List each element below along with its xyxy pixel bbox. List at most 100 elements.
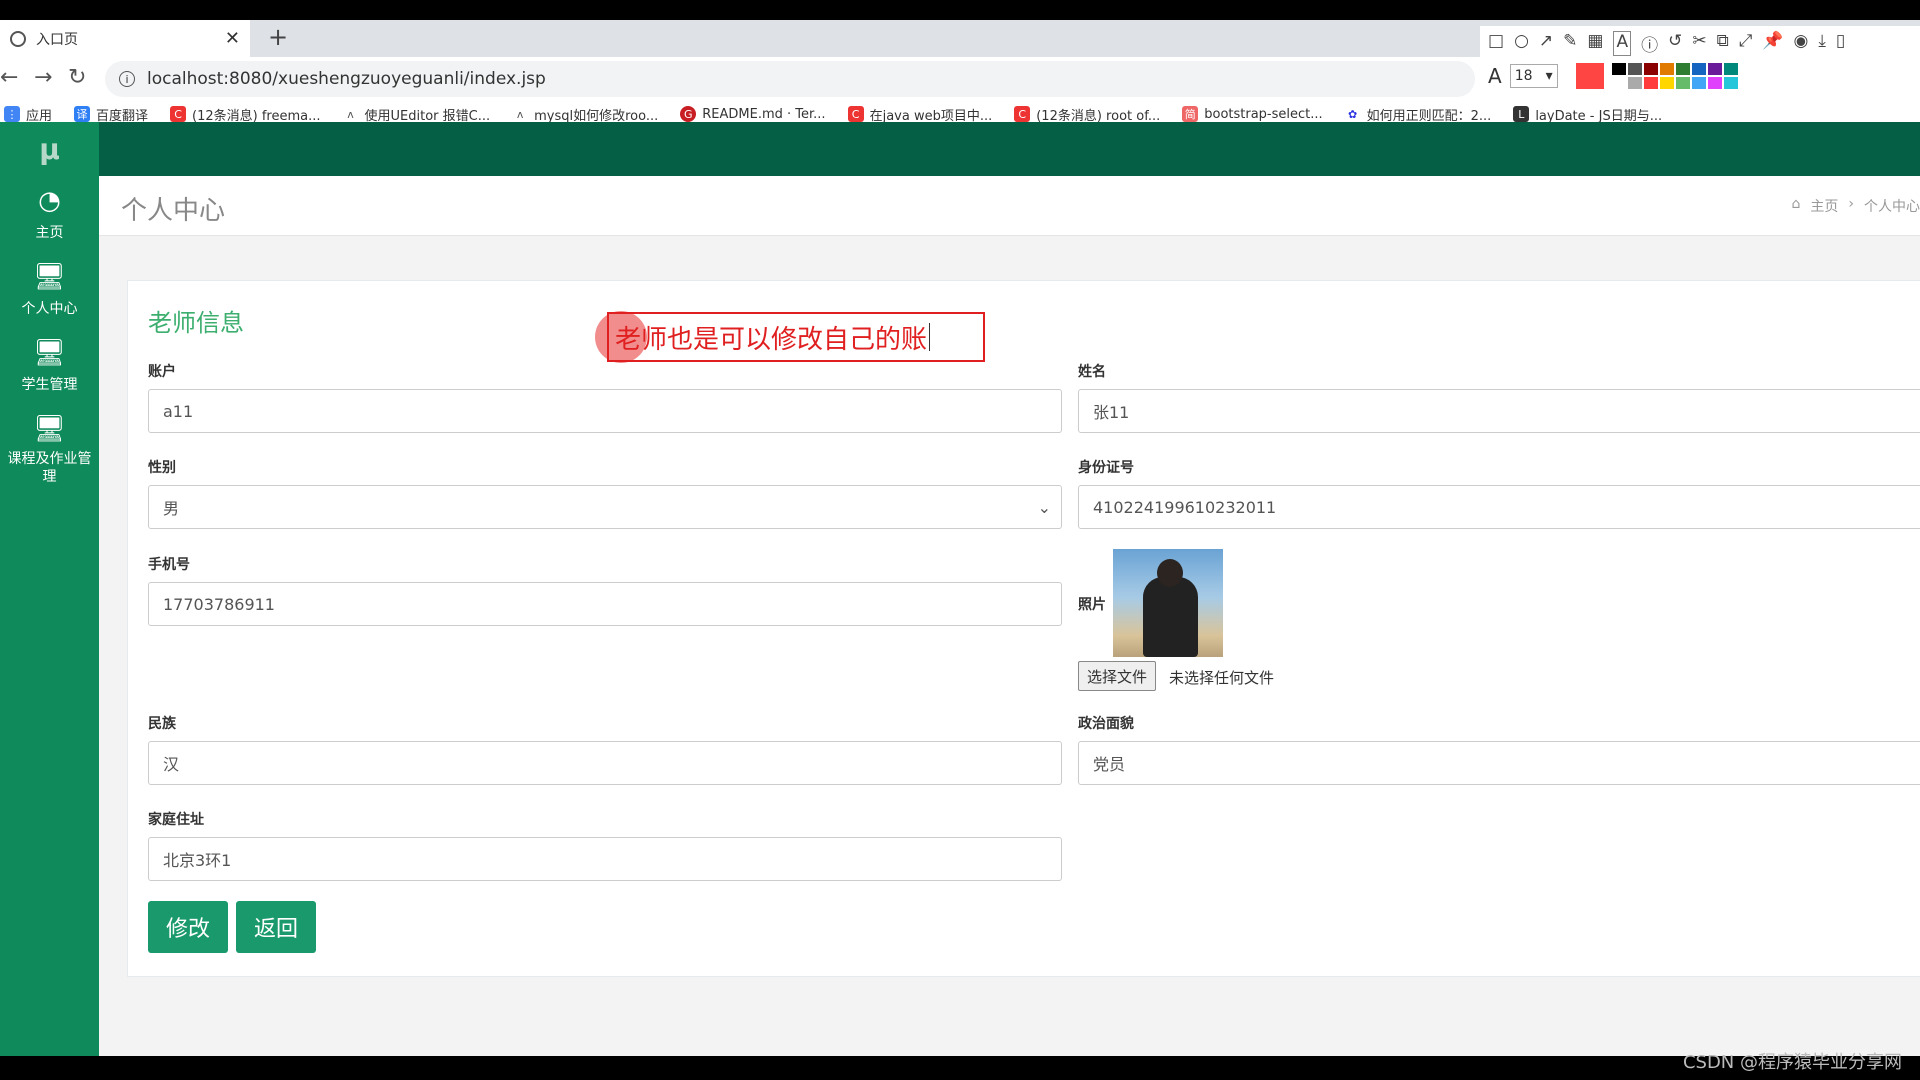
url-field[interactable]: i localhost:8080/xueshengzuoyeguanli/ind… [105,61,1475,97]
sidebar-item-profile[interactable]: 🖥 个人中心 [0,252,99,328]
ethnicity-input[interactable]: 汉 [148,741,1062,785]
annotation-text-box[interactable]: 老师也是可以修改自己的账 [607,312,985,362]
back-icon[interactable]: ← [0,65,18,90]
gender-selected: 男 [163,499,180,518]
sidebar-item-students[interactable]: 🖥 学生管理 [0,328,99,404]
text-tool-icon[interactable]: A [1613,31,1632,56]
color-swatch[interactable] [1659,63,1674,75]
color-swatch[interactable] [1675,63,1690,75]
choose-file-button[interactable]: 选择文件 [1078,661,1157,691]
arrow-tool-icon[interactable]: ↗ [1539,31,1553,56]
bookmark-item[interactable]: C (12条消息) root of... [1014,105,1160,124]
apps-icon: ⋮ [4,106,20,122]
bookmark-item[interactable]: 简 bootstrap-select... [1182,106,1323,122]
download-icon[interactable]: ⤓ [1818,31,1826,56]
breadcrumb-separator: › [1848,196,1854,212]
site-info-icon[interactable]: i [119,71,135,87]
bookmark-item[interactable]: ᴧ 使用UEditor 报错C... [342,105,490,124]
font-size-icon: A [1488,64,1502,88]
modify-button[interactable]: 修改 [148,901,229,953]
bookmark-item[interactable]: 译百度翻译 [74,105,148,124]
breadcrumb-home[interactable]: 主页 [1810,196,1838,216]
sidebar-item-label: 课程及作业管理 [7,451,92,486]
bookmark-favicon: C [847,106,864,122]
color-swatch[interactable] [1643,77,1658,89]
bookmark-item[interactable]: ⋮ 应用 [4,105,52,124]
sidebar-item-courses[interactable]: 🖥 课程及作业管理 [0,404,99,496]
teacher-info-card: 老师信息 账户 a11 姓名 张11 性别 男 ⌄ 身份证号 410224199… [127,280,1920,977]
sidebar-item-label: 个人中心 [21,301,78,317]
phone-input[interactable]: 17703786911 [148,582,1062,626]
bookmark-favicon: C [170,106,187,122]
pen-tool-icon[interactable]: ✎ [1563,31,1577,56]
political-input[interactable]: 党员 [1078,741,1920,785]
translate-tool-icon[interactable]: ⧉ [1717,31,1729,56]
color-swatch[interactable] [1627,63,1642,75]
url-text: localhost:8080/xueshengzuoyeguanli/index… [147,69,546,89]
tab-title: 入口页 [36,31,78,48]
color-swatch[interactable] [1707,77,1722,89]
color-swatch[interactable] [1611,77,1626,89]
bookmark-favicon: L [1513,106,1530,122]
color-swatch[interactable] [1627,77,1642,89]
logo: μ [39,132,60,166]
ellipse-tool-icon[interactable]: ○ [1514,31,1529,56]
color-swatch[interactable] [1659,77,1674,89]
ethnicity-label: 民族 [148,716,176,732]
sidebar-item-home[interactable]: ◔ 主页 [0,176,99,252]
photo-label: 照片 [1078,597,1106,613]
color-swatch[interactable] [1675,77,1690,89]
record-tool-icon[interactable]: ◉ [1794,31,1809,56]
idcard-label: 身份证号 [1078,460,1134,476]
address-input[interactable]: 北京3环1 [148,837,1062,881]
color-palette [1611,63,1738,89]
bookmark-item[interactable]: G README.md · Ter... [680,106,826,122]
expand-tool-icon[interactable]: ⤢ [1739,31,1753,56]
account-input[interactable]: a11 [148,389,1062,433]
back-button[interactable]: 返回 [236,901,317,953]
color-swatch[interactable] [1707,63,1722,75]
pin-tool-icon[interactable]: 📌 [1762,31,1783,56]
name-input[interactable]: 张11 [1078,389,1920,433]
color-swatch[interactable] [1691,63,1706,75]
page-title: 个人中心 [121,196,226,226]
color-swatch[interactable] [1723,77,1738,89]
color-swatch[interactable] [1611,63,1626,75]
bookmark-item[interactable]: C 在java web项目中... [847,105,992,124]
info-tool-icon[interactable]: ⓘ [1641,31,1658,56]
bookmark-item[interactable]: C (12条消息) freema... [170,105,321,124]
current-color-swatch[interactable] [1575,63,1604,89]
bookmark-favicon: ᴧ [342,106,359,122]
idcard-input[interactable]: 410224199610232011 [1078,485,1920,529]
page-header: 个人中心 ⌂ 主页 › 个人中心 [99,176,1920,236]
color-swatch[interactable] [1643,63,1658,75]
sidebar-item-label: 主页 [35,225,64,241]
mosaic-tool-icon[interactable]: ▦ [1587,31,1603,56]
forward-icon[interactable]: → [34,65,52,90]
bookmark-item[interactable]: ✿ 如何用正则匹配：2... [1344,105,1491,124]
color-swatch[interactable] [1723,63,1738,75]
gender-label: 性别 [148,460,176,476]
sidebar: μ ◔ 主页 🖥 个人中心 🖥 学生管理 🖥 课程及作业管理 [0,122,99,1056]
sidebar-item-label: 学生管理 [21,377,78,393]
gender-select[interactable]: 男 ⌄ [148,485,1062,529]
copy-icon[interactable]: ▯ [1836,31,1845,56]
bookmark-item[interactable]: ᴧ mysql如何修改roo... [512,105,658,124]
browser-tab[interactable]: 入口页 ✕ [0,20,250,57]
bookmark-favicon: C [1014,106,1031,122]
close-tab-icon[interactable]: ✕ [225,28,240,49]
new-tab-button[interactable]: + [268,23,288,51]
undo-icon[interactable]: ↺ [1668,31,1682,56]
bookmark-item[interactable]: LlayDate - JS日期与... [1513,105,1662,124]
text-cursor [929,323,931,351]
reload-icon[interactable]: ↻ [68,65,86,90]
color-swatch[interactable] [1691,77,1706,89]
font-size-select[interactable]: 18 ▾ [1509,64,1558,88]
rectangle-tool-icon[interactable]: □ [1488,31,1504,56]
home-icon: ⌂ [1791,196,1801,212]
file-status: 未选择任何文件 [1169,669,1275,687]
screenshot-tool-icon[interactable]: ✂ [1692,31,1706,56]
globe-icon [10,30,26,47]
political-label: 政治面貌 [1078,716,1134,732]
account-label: 账户 [148,364,176,380]
